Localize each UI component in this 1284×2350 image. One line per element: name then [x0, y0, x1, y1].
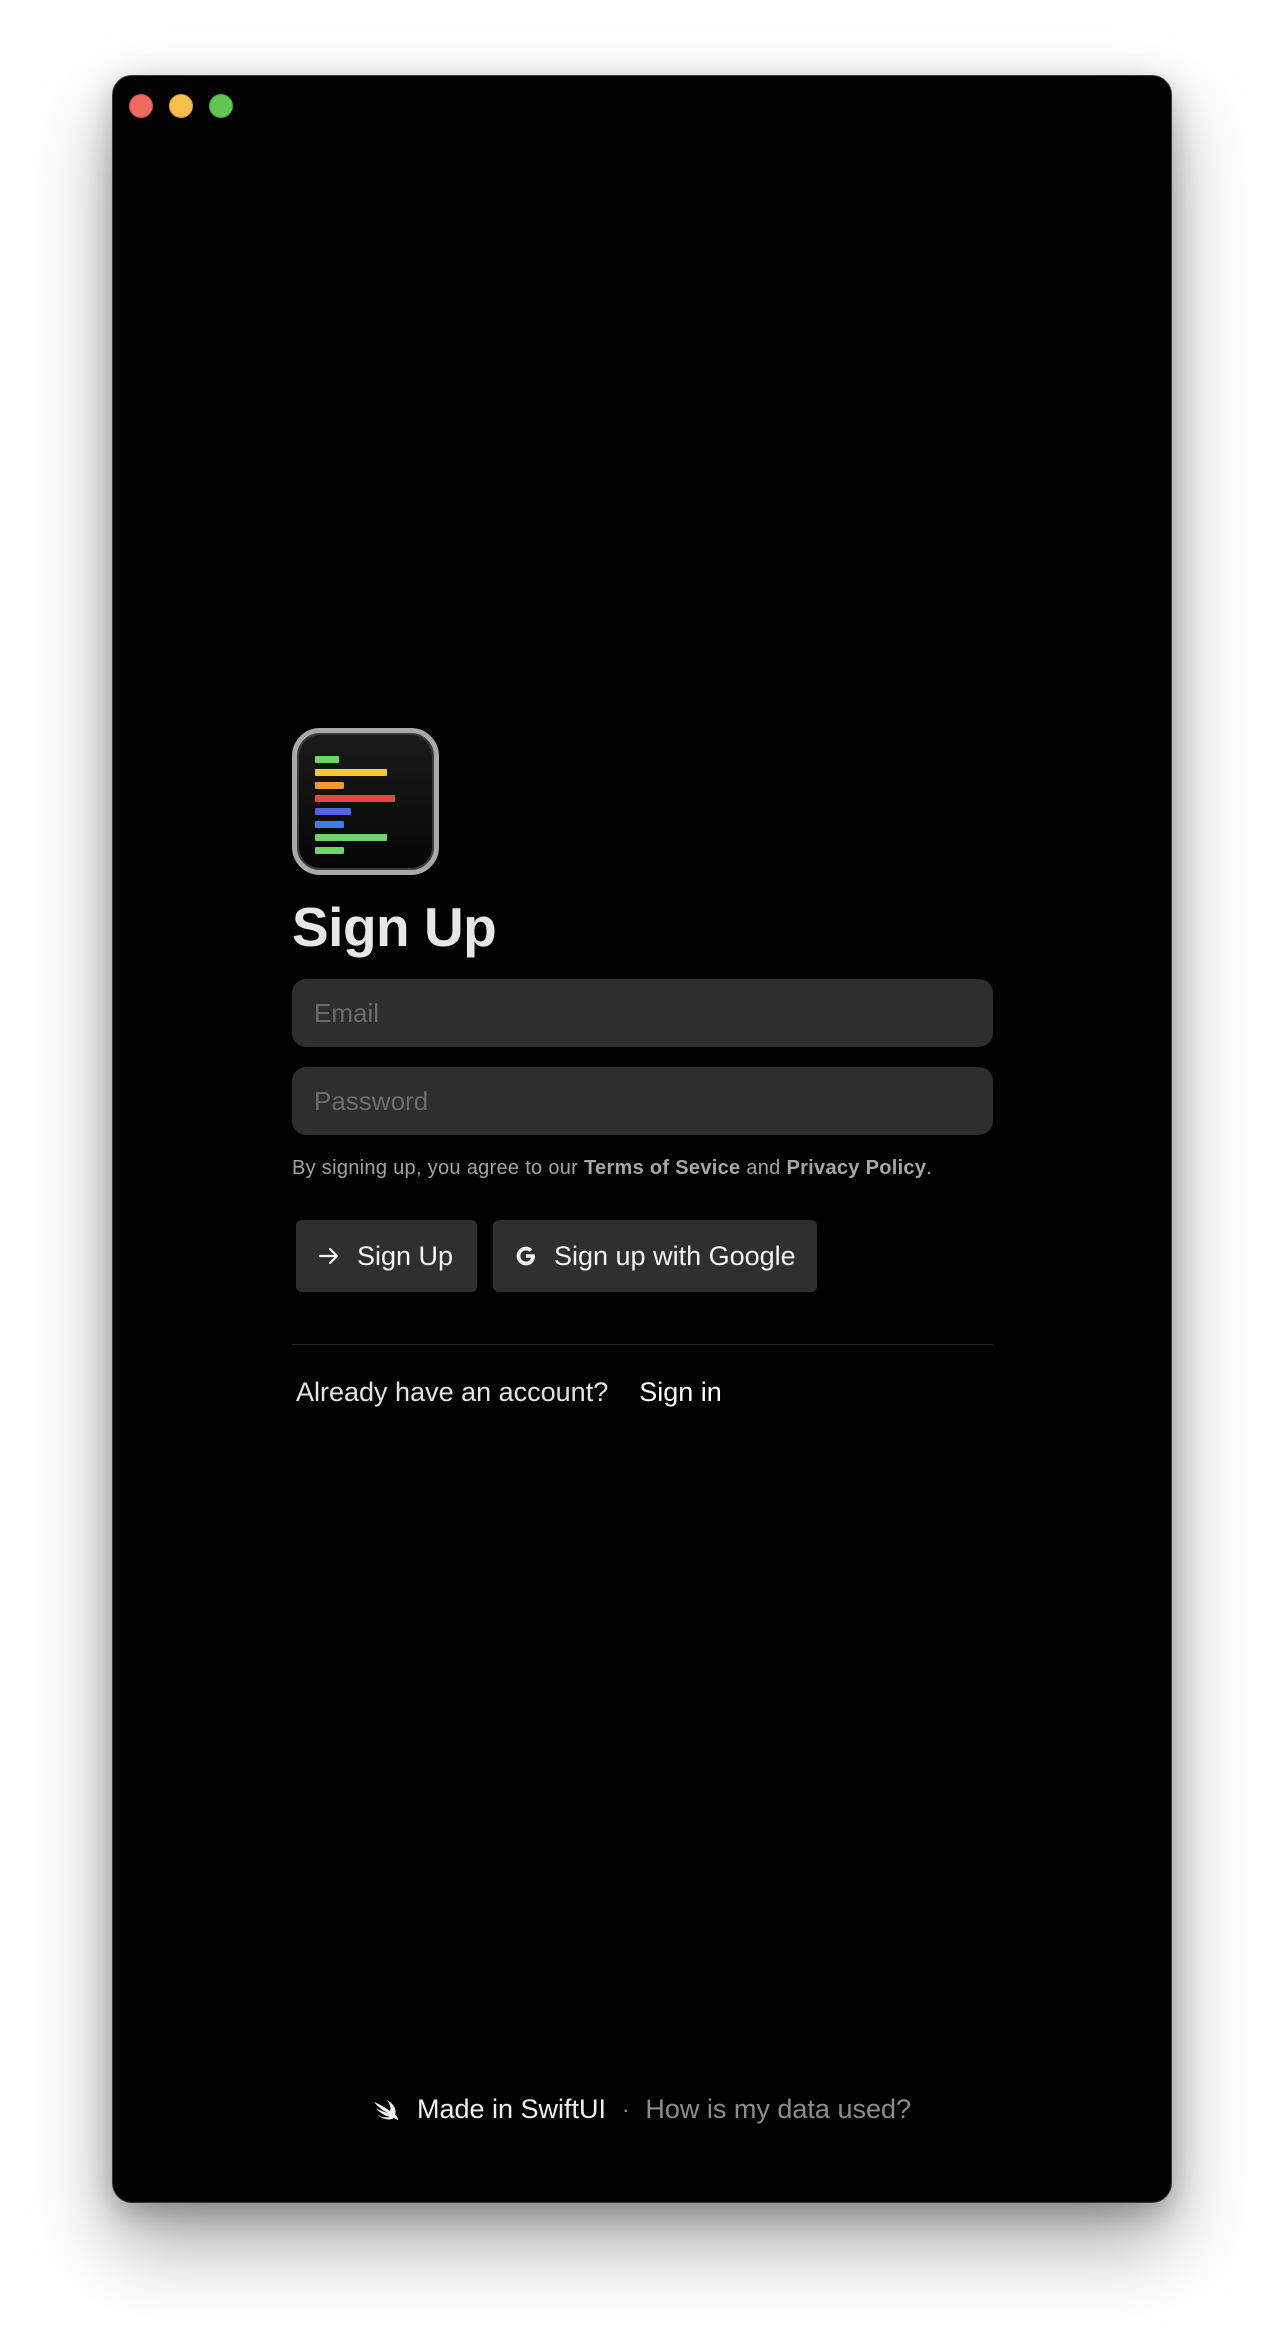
window-controls	[129, 94, 233, 118]
logo-bar	[315, 782, 344, 789]
signup-form: Sign Up By signing up, you agree to our …	[292, 728, 993, 1408]
minimize-window-button[interactable]	[169, 94, 193, 118]
sign-in-prompt: Already have an account? Sign in	[296, 1377, 993, 1408]
logo-bar	[315, 769, 387, 776]
made-in-swiftui-label: Made in SwiftUI	[416, 2094, 607, 2124]
password-field-container	[292, 1067, 993, 1135]
logo-bar	[315, 808, 351, 815]
logo-bar	[315, 795, 395, 802]
made-in-swiftui: Made in SwiftUI	[373, 2094, 606, 2125]
zoom-window-button[interactable]	[209, 94, 233, 118]
email-field[interactable]	[312, 996, 973, 1030]
google-sign-up-label: Sign up with Google	[554, 1240, 796, 1271]
privacy-policy-link[interactable]: Privacy Policy	[786, 1157, 926, 1179]
divider	[292, 1344, 993, 1345]
logo-bar	[315, 821, 344, 828]
logo-bar	[315, 847, 344, 854]
legal-and: and	[740, 1157, 787, 1179]
sign-in-link[interactable]: Sign in	[639, 1377, 722, 1408]
arrow-right-icon	[317, 1244, 341, 1268]
legal-suffix: .	[926, 1157, 933, 1179]
sign-up-button-label: Sign Up	[357, 1240, 454, 1271]
sign-in-question: Already have an account?	[296, 1377, 609, 1407]
signup-actions: Sign Up Sign up with Google	[296, 1220, 993, 1292]
legal-notice: By signing up, you agree to our Terms of…	[292, 1157, 993, 1180]
sign-up-button[interactable]: Sign Up	[296, 1220, 477, 1292]
logo-bar	[315, 756, 339, 763]
page-title: Sign Up	[292, 896, 497, 958]
email-field-container	[292, 979, 993, 1047]
data-usage-link[interactable]: How is my data used?	[645, 2094, 911, 2125]
close-window-button[interactable]	[129, 94, 153, 118]
footer-separator: ·	[622, 2096, 630, 2122]
password-field[interactable]	[312, 1084, 973, 1118]
app-logo-icon	[292, 728, 439, 875]
app-window: Sign Up By signing up, you agree to our …	[112, 75, 1172, 2203]
google-icon	[514, 1244, 538, 1268]
terms-of-service-link[interactable]: Terms of Sevice	[584, 1157, 740, 1179]
logo-bar	[315, 834, 387, 841]
google-sign-up-button[interactable]: Sign up with Google	[493, 1220, 817, 1292]
footer: Made in SwiftUI · How is my data used?	[113, 2094, 1171, 2125]
legal-prefix: By signing up, you agree to our	[292, 1157, 585, 1179]
swift-logo-icon	[373, 2099, 399, 2121]
